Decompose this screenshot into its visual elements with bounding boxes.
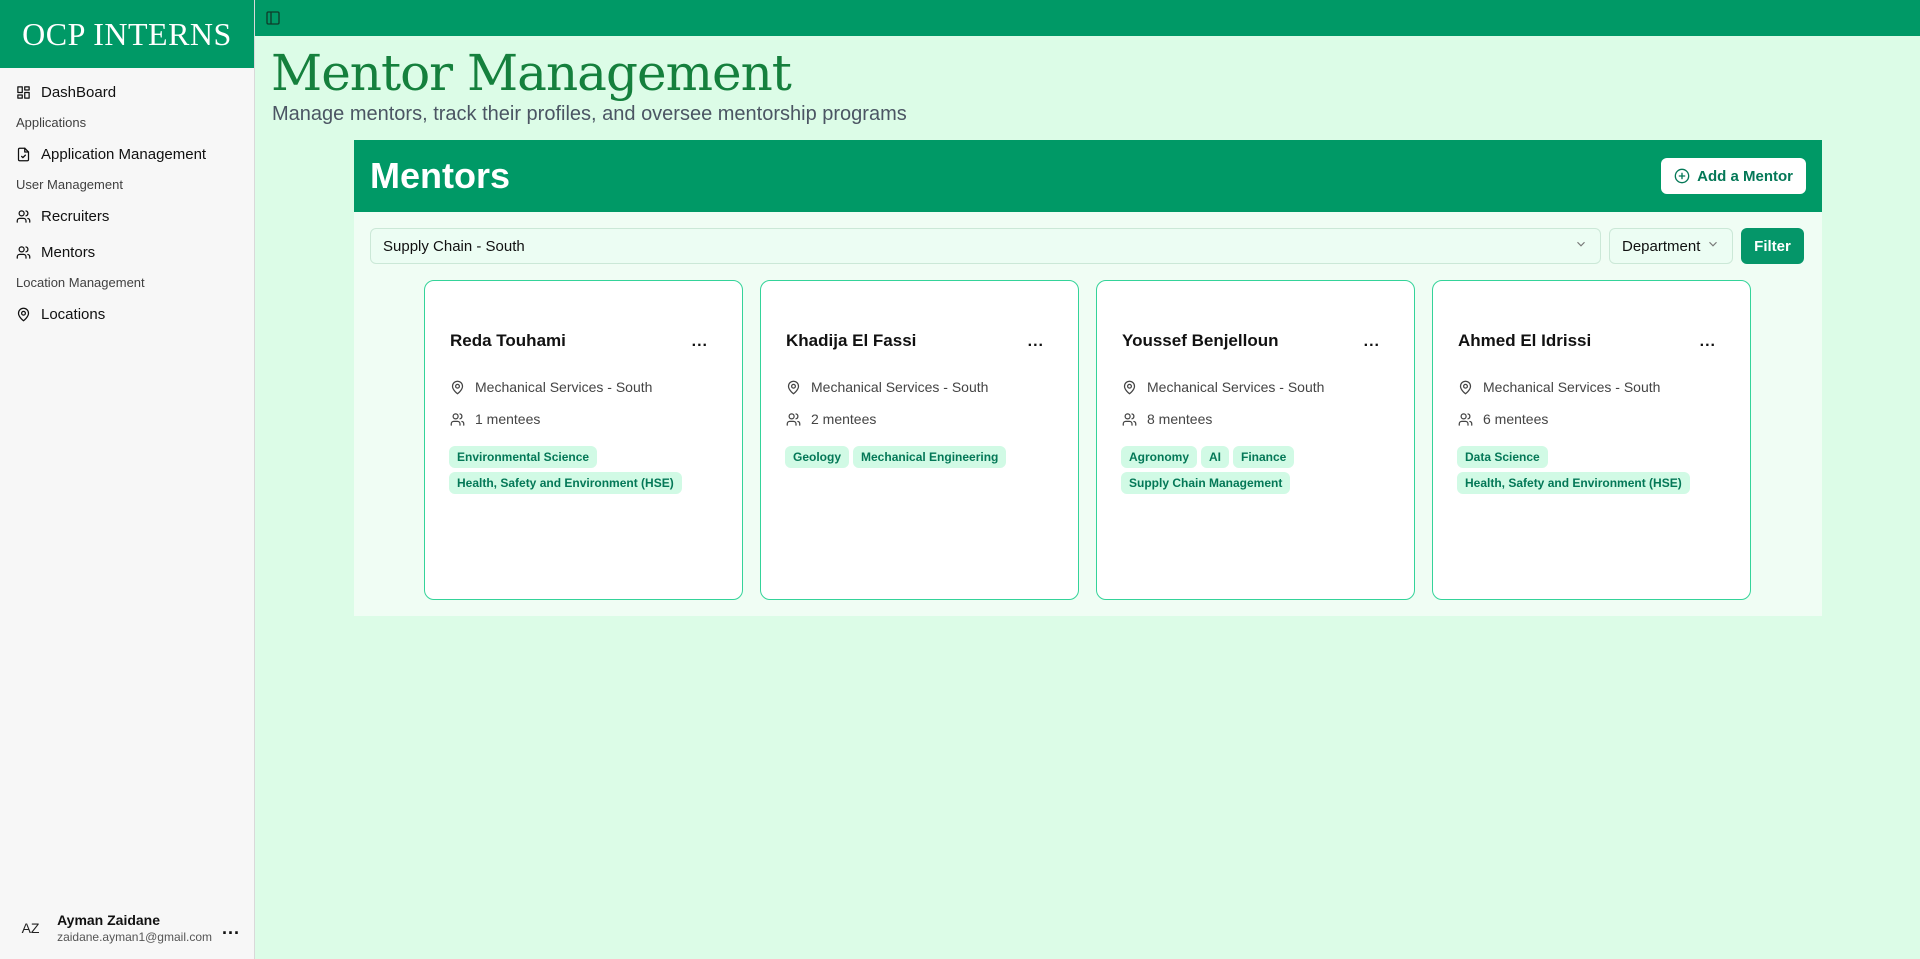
sidebar: OCP INTERNS DashBoard Applications Appli… <box>0 0 255 959</box>
mentor-location: Mechanical Services - South <box>1122 379 1324 395</box>
users-icon <box>16 245 31 259</box>
sidebar-item-label: DashBoard <box>41 83 117 101</box>
sidebar-item-dashboard[interactable]: DashBoard <box>0 74 254 110</box>
users-icon <box>786 412 801 426</box>
card-more-button[interactable]: ... <box>692 333 708 351</box>
plus-circle-icon <box>1674 168 1690 184</box>
skill-tag: Health, Safety and Environment (HSE) <box>449 472 682 494</box>
card-more-button[interactable]: ... <box>1364 333 1380 351</box>
nav-group-location-management: Location Management <box>16 275 145 290</box>
user-email: zaidane.ayman1@gmail.com <box>57 930 212 944</box>
add-mentor-button[interactable]: Add a Mentor <box>1661 158 1806 194</box>
mentor-mentees: 2 mentees <box>786 411 876 427</box>
department-select-value: Department <box>1622 237 1701 255</box>
skill-tag: Geology <box>785 446 850 468</box>
mentor-card[interactable]: Reda Touhami ... Mechanical Services - S… <box>424 280 743 600</box>
panel-left-icon <box>266 11 280 25</box>
user-info: Ayman Zaidane zaidane.ayman1@gmail.com <box>57 912 212 944</box>
map-pin-icon <box>1123 380 1136 394</box>
sidebar-toggle-button[interactable] <box>265 10 281 26</box>
location-select[interactable]: Supply Chain - South <box>370 228 1601 264</box>
skill-tag: Agronomy <box>1121 446 1197 468</box>
skill-tag: Health, Safety and Environment (HSE) <box>1457 472 1690 494</box>
brand-logo: OCP INTERNS <box>0 0 254 68</box>
users-icon <box>16 209 31 223</box>
mentor-mentees: 6 mentees <box>1458 411 1548 427</box>
sidebar-item-label: Application Management <box>41 145 207 163</box>
users-icon <box>1458 412 1473 426</box>
sidebar-item-mentors[interactable]: Mentors <box>0 234 254 270</box>
users-icon <box>450 412 465 426</box>
skill-tag: Finance <box>1233 446 1295 468</box>
mentor-card[interactable]: Khadija El Fassi ... Mechanical Services… <box>760 280 1079 600</box>
mentor-location-text: Mechanical Services - South <box>475 379 653 395</box>
skill-tag: AI <box>1201 446 1229 468</box>
skill-tag: Supply Chain Management <box>1121 472 1291 494</box>
mentor-tags: Environmental Science Health, Safety and… <box>449 446 739 494</box>
mentor-mentees-text: 2 mentees <box>811 411 877 427</box>
map-pin-icon <box>1459 380 1472 394</box>
mentor-location-text: Mechanical Services - South <box>1147 379 1325 395</box>
mentor-card[interactable]: Ahmed El Idrissi ... Mechanical Services… <box>1432 280 1751 600</box>
card-more-button[interactable]: ... <box>1700 333 1716 351</box>
mentor-mentees: 8 mentees <box>1122 411 1212 427</box>
filter-bar: Supply Chain - South Department Filter <box>370 228 1804 264</box>
mentor-mentees-text: 8 mentees <box>1147 411 1213 427</box>
sidebar-item-recruiters[interactable]: Recruiters <box>0 198 254 234</box>
avatar: AZ <box>21 920 40 936</box>
mentor-tags: Agronomy AI Finance Supply Chain Managem… <box>1121 446 1411 494</box>
mentor-location-text: Mechanical Services - South <box>1483 379 1661 395</box>
location-select-value: Supply Chain - South <box>383 237 525 255</box>
dashboard-icon <box>17 85 30 99</box>
user-more-button[interactable]: ... <box>222 918 240 939</box>
department-select[interactable]: Department <box>1609 228 1733 264</box>
map-pin-icon <box>17 307 30 321</box>
add-mentor-label: Add a Mentor <box>1697 167 1793 185</box>
mentor-location: Mechanical Services - South <box>450 379 652 395</box>
file-check-icon <box>17 147 30 161</box>
sidebar-item-locations[interactable]: Locations <box>0 296 254 332</box>
mentor-name: Khadija El Fassi <box>786 331 917 350</box>
sidebar-item-label: Locations <box>41 305 106 323</box>
skill-tag: Mechanical Engineering <box>853 446 1007 468</box>
nav-group-user-management: User Management <box>16 177 123 192</box>
chevron-down-icon <box>1706 237 1720 255</box>
page-title: Mentor Management <box>271 44 792 102</box>
skill-tag: Environmental Science <box>449 446 598 468</box>
mentor-name: Youssef Benjelloun <box>1122 331 1279 350</box>
mentor-mentees: 1 mentees <box>450 411 540 427</box>
page-subtitle: Manage mentors, track their profiles, an… <box>272 103 907 125</box>
nav-group-applications: Applications <box>16 115 87 130</box>
mentor-mentees-text: 1 mentees <box>475 411 541 427</box>
panel-header: Mentors Add a Mentor <box>354 140 1822 212</box>
user-name: Ayman Zaidane <box>57 912 161 928</box>
mentor-mentees-text: 6 mentees <box>1483 411 1549 427</box>
map-pin-icon <box>787 380 800 394</box>
mentor-cards: Reda Touhami ... Mechanical Services - S… <box>424 280 1751 600</box>
sidebar-item-label: Mentors <box>41 243 96 261</box>
map-pin-icon <box>451 380 464 394</box>
filter-button[interactable]: Filter <box>1741 228 1804 264</box>
mentor-location: Mechanical Services - South <box>1458 379 1660 395</box>
card-more-button[interactable]: ... <box>1028 333 1044 351</box>
skill-tag: Data Science <box>1457 446 1548 468</box>
mentors-panel: Mentors Add a Mentor Supply Chain - Sout… <box>354 140 1822 616</box>
panel-title: Mentors <box>370 155 511 196</box>
mentor-tags: Data Science Health, Safety and Environm… <box>1457 446 1747 494</box>
mentor-name: Reda Touhami <box>450 331 566 350</box>
chevron-down-icon <box>1574 237 1588 255</box>
sidebar-nav: DashBoard Applications Application Manag… <box>0 68 254 332</box>
mentor-tags: Geology Mechanical Engineering <box>785 446 1075 468</box>
mentor-location: Mechanical Services - South <box>786 379 988 395</box>
mentor-location-text: Mechanical Services - South <box>811 379 989 395</box>
mentor-name: Ahmed El Idrissi <box>1458 331 1592 350</box>
sidebar-item-application-management[interactable]: Application Management <box>0 136 254 172</box>
sidebar-item-label: Recruiters <box>41 207 110 225</box>
mentor-card[interactable]: Youssef Benjelloun ... Mechanical Servic… <box>1096 280 1415 600</box>
user-profile[interactable]: AZ Ayman Zaidane zaidane.ayman1@gmail.co… <box>0 897 254 959</box>
topbar <box>255 0 1920 36</box>
users-icon <box>1122 412 1137 426</box>
